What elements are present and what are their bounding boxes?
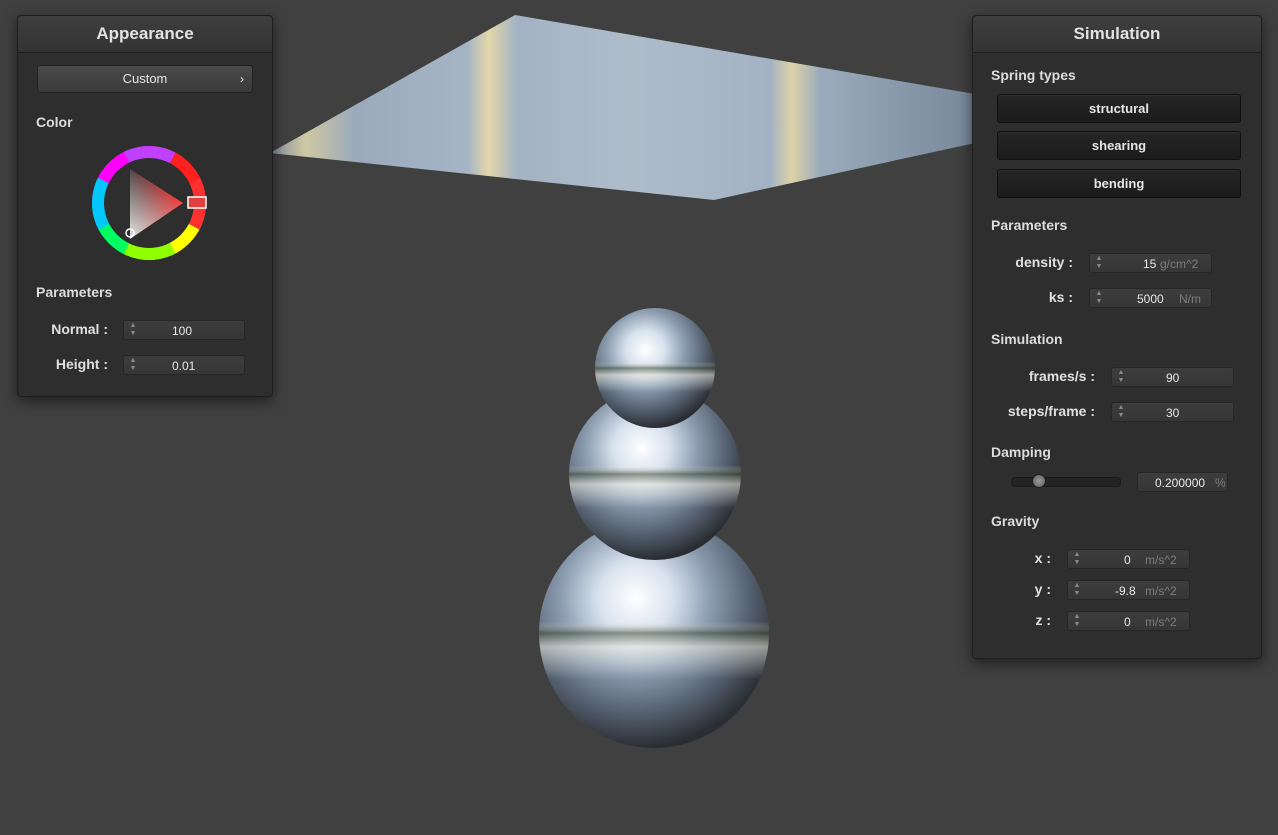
spinner-icon[interactable]: ▲ ▼ [1072,551,1082,567]
spinner-icon[interactable]: ▲ ▼ [1094,290,1104,306]
damping-field[interactable]: 0.200000 % [1137,472,1228,492]
structural-button[interactable]: structural [997,94,1241,123]
spinner-icon[interactable]: ▲ ▼ [1116,369,1126,385]
density-label: density : [1015,254,1073,270]
appearance-parameters-label: Parameters [36,284,113,300]
appearance-panel: Appearance Custom › Color Parameters Nor… [17,15,273,397]
fps-field[interactable]: ▲ ▼ 90 [1111,367,1234,387]
gravity-x-field[interactable]: ▲ ▼ 0 m/s^2 [1067,549,1190,569]
gravity-z-label: z : [1035,612,1051,628]
snowman [539,308,769,748]
spinner-icon[interactable]: ▲ ▼ [1072,613,1082,629]
height-label: Height : [55,356,108,372]
bending-button[interactable]: bending [997,169,1241,198]
gravity-y-field[interactable]: ▲ ▼ -9.8 m/s^2 [1067,580,1190,600]
appearance-title: Appearance [18,16,272,53]
normal-label: Normal : [51,321,108,337]
simulation-section-label: Simulation [991,331,1063,347]
normal-field[interactable]: ▲ ▼ 100 [123,320,245,340]
cloth-mesh [270,15,975,200]
density-field[interactable]: ▲ ▼ 15 g/cm^2 [1089,253,1212,273]
steps-label: steps/frame : [1007,403,1095,419]
gravity-z-field[interactable]: ▲ ▼ 0 m/s^2 [1067,611,1190,631]
spinner-icon[interactable]: ▲ ▼ [1116,404,1126,420]
spinner-icon[interactable]: ▲ ▼ [128,322,138,338]
spinner-icon[interactable]: ▲ ▼ [1094,255,1104,271]
chevron-right-icon: › [240,72,244,86]
sim-parameters-label: Parameters [991,217,1068,233]
damping-slider[interactable] [1011,474,1121,488]
simulation-title: Simulation [973,16,1261,53]
spring-types-label: Spring types [991,67,1076,83]
preset-label: Custom [122,71,168,86]
gravity-y-label: y : [1034,581,1051,597]
hue-selector[interactable] [187,196,207,209]
simulation-panel: Simulation Spring types structural shear… [972,15,1262,659]
steps-field[interactable]: ▲ ▼ 30 [1111,402,1234,422]
color-wheel[interactable] [90,144,208,262]
gravity-label: Gravity [991,513,1040,529]
damping-label: Damping [991,444,1051,460]
spinner-icon[interactable]: ▲ ▼ [128,357,138,373]
ks-field[interactable]: ▲ ▼ 5000 N/m [1089,288,1212,308]
color-section-label: Color [36,114,73,130]
shearing-button[interactable]: shearing [997,131,1241,160]
damping-slider-knob[interactable] [1031,474,1046,488]
gravity-x-label: x : [1034,550,1051,566]
ks-label: ks : [1048,289,1073,305]
fps-label: frames/s : [1028,368,1095,384]
height-field[interactable]: ▲ ▼ 0.01 [123,355,245,375]
spinner-icon[interactable]: ▲ ▼ [1072,582,1082,598]
preset-popup-button[interactable]: Custom › [37,65,253,93]
